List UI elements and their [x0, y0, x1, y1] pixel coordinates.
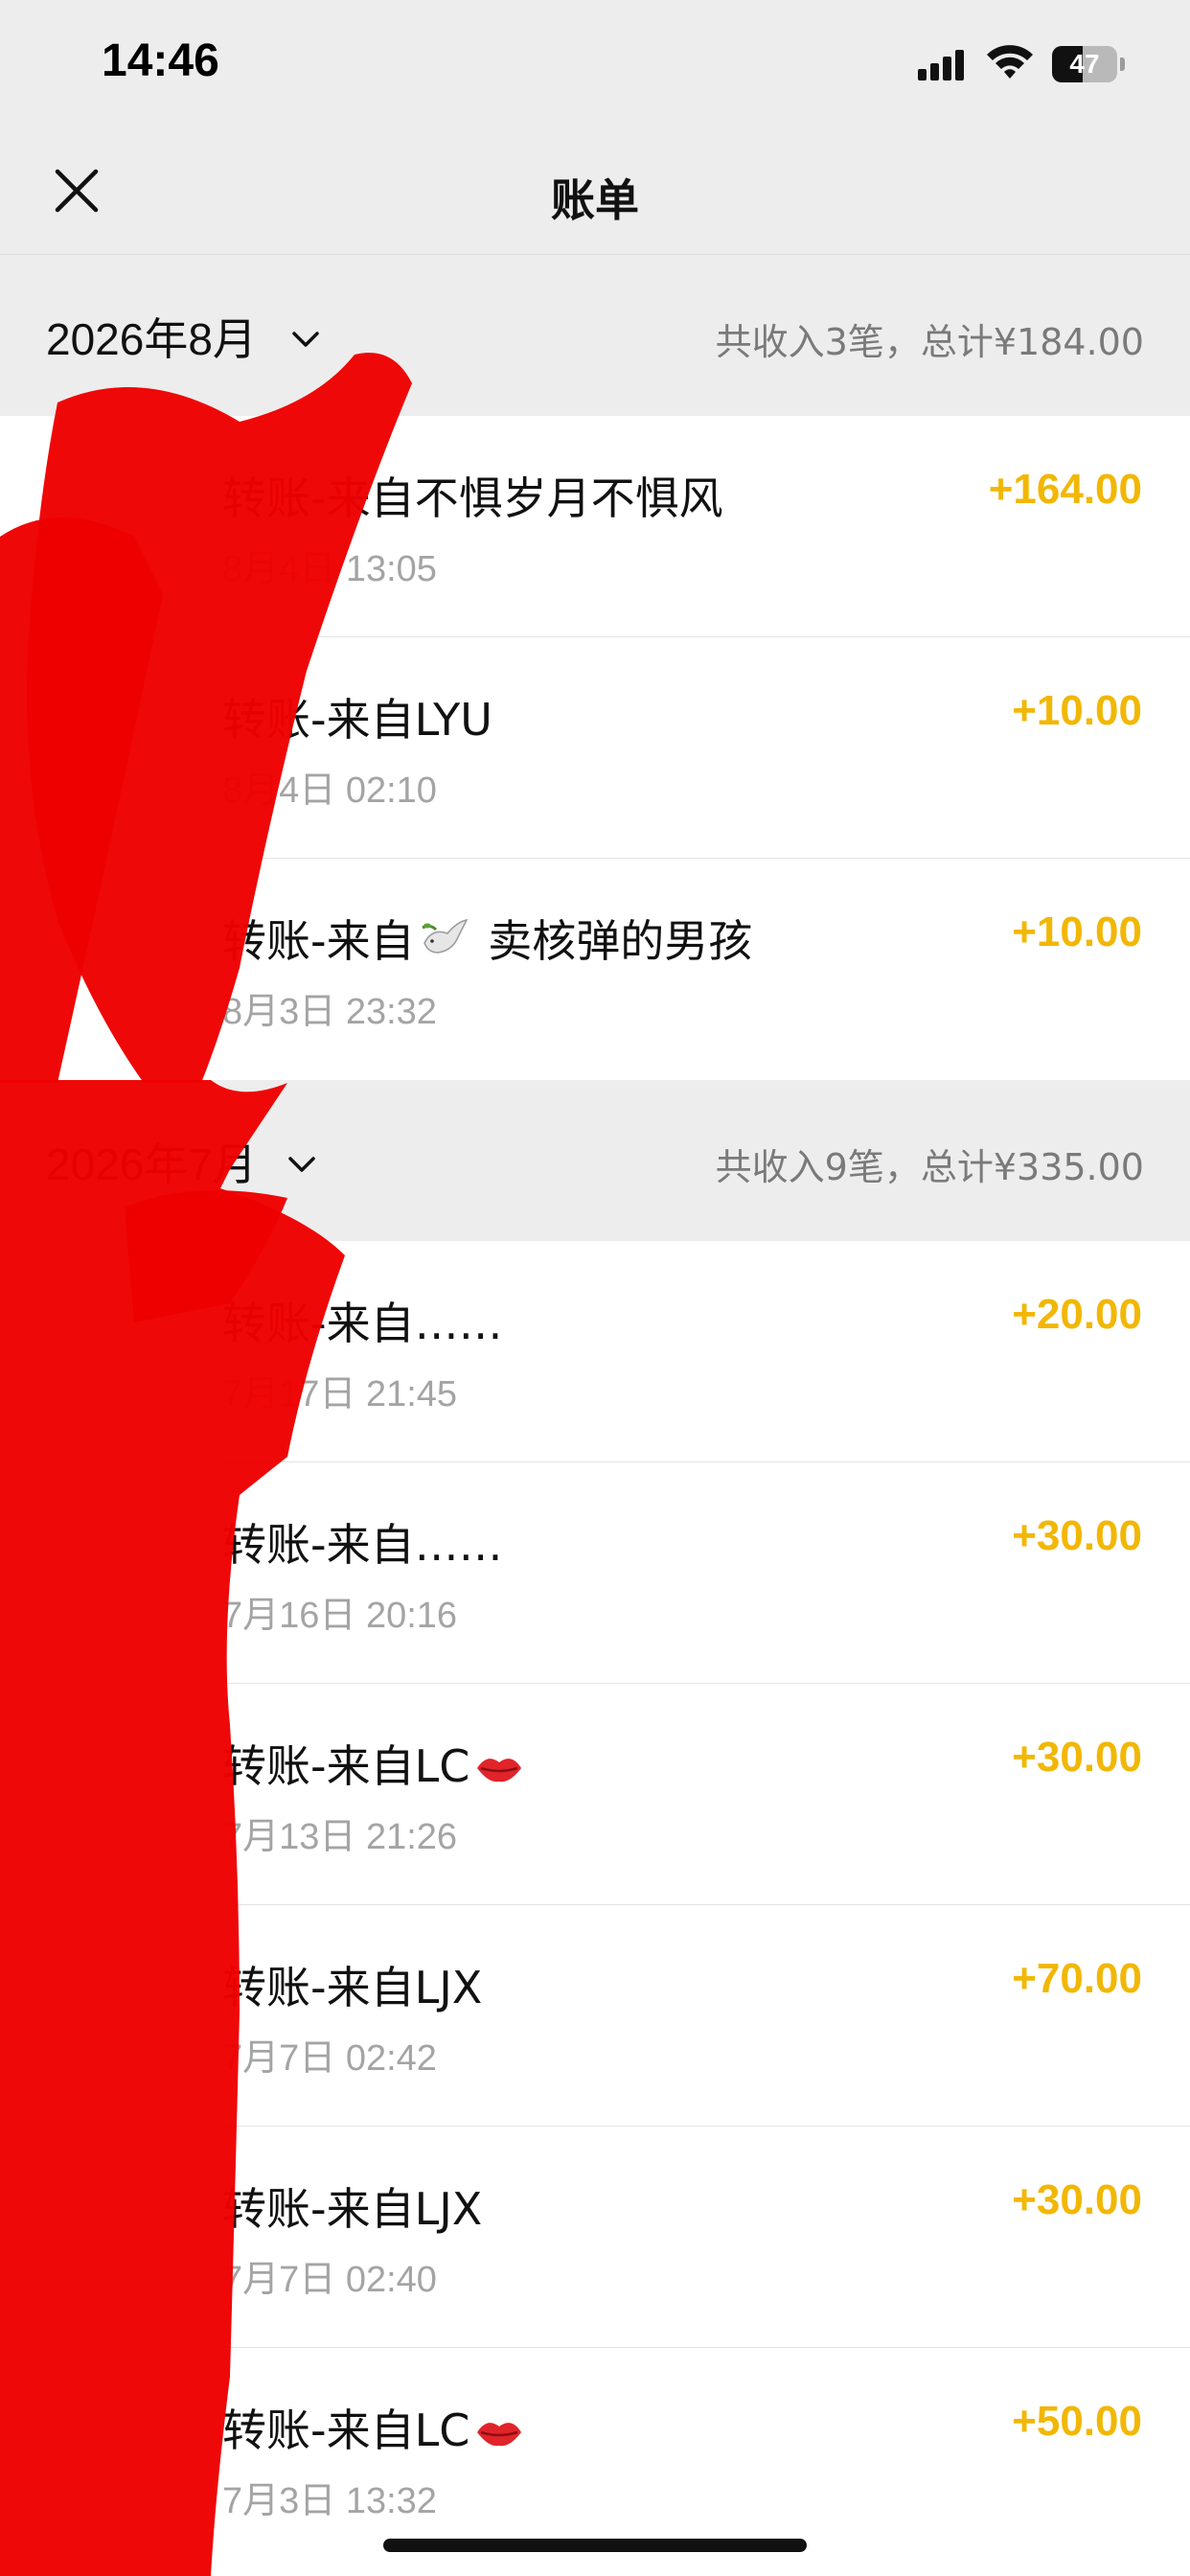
status-time: 14:46 — [102, 35, 219, 86]
transaction-time: 7月7日 02:40 — [222, 2260, 437, 2300]
page-title: 账单 — [551, 174, 639, 226]
battery-icon: 47 — [1052, 46, 1127, 82]
month-summary: 共收入3笔，总计¥184.00 — [715, 321, 1144, 363]
transaction-row[interactable]: 转账-来自LYU 8月4日 02:10 +10.00 — [0, 637, 1190, 859]
transaction-time: 7月3日 13:32 — [222, 2481, 437, 2521]
wifi-icon — [987, 45, 1033, 79]
transaction-time: 7月17日 21:45 — [222, 1374, 458, 1414]
transaction-title: 转账-来自LC — [222, 2396, 529, 2459]
transaction-amount: +164.00 — [988, 466, 1142, 513]
transaction-amount: +10.00 — [1012, 687, 1142, 734]
transaction-time: 8月4日 02:10 — [222, 770, 437, 811]
month-title[interactable]: 2026年7月 — [46, 1130, 257, 1193]
battery-percent: 47 — [1069, 49, 1100, 79]
transaction-row[interactable]: 转账-来自…… 7月16日 20:16 +30.00 — [0, 1462, 1190, 1684]
home-indicator[interactable] — [383, 2539, 807, 2552]
month-header-jul[interactable]: 2026年7月 共收入9笔，总计¥335.00 — [0, 1080, 1190, 1241]
transaction-row[interactable]: 转账-来自LJX 7月7日 02:42 +70.00 — [0, 1905, 1190, 2127]
dove-emoji-icon — [421, 918, 468, 954]
transaction-time: 7月13日 21:26 — [222, 1817, 458, 1857]
transaction-title: 转账-来自LC — [222, 1732, 529, 1795]
transaction-title: 转账-来自LJX — [222, 2183, 483, 2235]
chevron-down-icon[interactable] — [287, 1155, 316, 1174]
transaction-row[interactable]: 转账-来自LC 7月13日 21:26 +30.00 — [0, 1684, 1190, 1905]
transaction-amount: +30.00 — [1012, 2176, 1142, 2223]
transaction-title: 转账-来自…… — [222, 1298, 503, 1349]
transaction-amount: +50.00 — [1012, 2398, 1142, 2445]
transaction-amount: +30.00 — [1012, 1734, 1142, 1781]
transaction-time: 8月3日 23:32 — [222, 992, 437, 1032]
transaction-time: 7月7日 02:42 — [222, 2038, 437, 2079]
transaction-title: 转账-来自 卖核弹的男孩 — [222, 915, 753, 967]
navigation-bar: 账单 — [0, 129, 1190, 255]
cellular-signal-icon — [918, 50, 964, 80]
transaction-title: 转账-来自…… — [222, 1519, 503, 1571]
transaction-row[interactable]: 转账-来自LC 7月3日 13:32 +50.00 — [0, 2348, 1190, 2569]
transaction-amount: +20.00 — [1012, 1291, 1142, 1338]
transaction-amount: +70.00 — [1012, 1955, 1142, 2002]
kiss-mark-icon — [477, 2423, 522, 2447]
month-title[interactable]: 2026年8月 — [46, 305, 257, 368]
transaction-time: 8月4日 13:05 — [222, 549, 437, 589]
kiss-mark-icon — [477, 1759, 522, 1782]
chevron-down-icon[interactable] — [291, 330, 320, 349]
transaction-amount: +30.00 — [1012, 1512, 1142, 1559]
transaction-row[interactable]: 转账-来自 卖核弹的男孩 8月3日 23:32 +10.00 — [0, 859, 1190, 1080]
transaction-row[interactable]: 转账-来自…… 7月17日 21:45 +20.00 — [0, 1241, 1190, 1462]
transaction-title: 转账-来自LYU — [222, 694, 492, 746]
month-summary: 共收入9笔，总计¥335.00 — [715, 1146, 1144, 1188]
month-header-aug[interactable]: 2026年8月 共收入3笔，总计¥184.00 — [0, 255, 1190, 416]
transaction-row[interactable]: 转账-来自LJX 7月7日 02:40 +30.00 — [0, 2127, 1190, 2348]
transaction-title: 转账-来自不惧岁月不惧风 — [222, 472, 723, 524]
transaction-amount: +10.00 — [1012, 908, 1142, 955]
transaction-row[interactable]: 转账-来自不惧岁月不惧风 8月4日 13:05 +164.00 — [0, 416, 1190, 637]
transaction-time: 7月16日 20:16 — [222, 1596, 458, 1636]
status-bar: 14:46 47 — [0, 0, 1190, 129]
transaction-title: 转账-来自LJX — [222, 1962, 483, 2013]
